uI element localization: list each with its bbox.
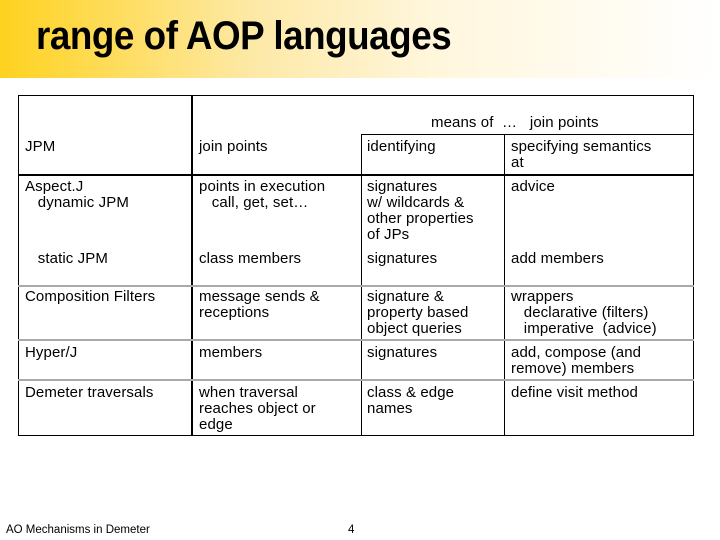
cell-semantics: wrappers declarative (filters) imperativ… bbox=[511, 288, 657, 337]
cell-jpm: Composition Filters bbox=[25, 288, 156, 305]
table-border-top bbox=[18, 95, 694, 96]
cell-identifying: signatures bbox=[367, 250, 438, 267]
cell-semantics: add members bbox=[511, 250, 604, 267]
cell-jpm: Demeter traversals bbox=[25, 384, 154, 401]
aop-languages-table: means of … join points JPM join points i… bbox=[0, 0, 720, 540]
header-specifying-semantics: specifying semantics at bbox=[511, 138, 652, 171]
cell-join-points: members bbox=[199, 344, 263, 361]
cell-identifying: signatures bbox=[367, 344, 438, 361]
header-divider bbox=[18, 174, 694, 176]
row-divider-3 bbox=[18, 379, 694, 381]
header-jpm: JPM bbox=[25, 138, 56, 155]
cell-semantics: define visit method bbox=[511, 384, 638, 401]
header-group-divider bbox=[361, 134, 694, 135]
cell-join-points: message sends & receptions bbox=[199, 288, 320, 321]
cell-jpm: static JPM bbox=[25, 250, 108, 267]
cell-join-points: when traversal reaches object or edge bbox=[199, 384, 316, 433]
cell-semantics: advice bbox=[511, 178, 555, 195]
cell-jpm: Hyper/J bbox=[25, 344, 78, 361]
footer-text: AO Mechanisms in Demeter bbox=[6, 524, 150, 536]
cell-identifying: signatures w/ wildcards & other properti… bbox=[367, 178, 474, 243]
cell-identifying: signature & property based object querie… bbox=[367, 288, 469, 337]
cell-join-points: points in execution call, get, set… bbox=[199, 178, 326, 211]
cell-identifying: class & edge names bbox=[367, 384, 455, 417]
column-divider-1 bbox=[191, 95, 193, 436]
cell-join-points: class members bbox=[199, 250, 302, 267]
cell-semantics: add, compose (and remove) members bbox=[511, 344, 642, 377]
row-divider-2 bbox=[18, 339, 694, 341]
row-divider-1 bbox=[18, 285, 694, 287]
header-group-label: means of … join points bbox=[431, 114, 599, 131]
table-border-bottom bbox=[18, 435, 694, 436]
cell-jpm: Aspect.J dynamic JPM bbox=[25, 178, 129, 211]
page-number: 4 bbox=[348, 524, 355, 536]
header-join-points: join points bbox=[199, 138, 268, 155]
header-identifying: identifying bbox=[367, 138, 436, 155]
table-border-right bbox=[693, 95, 694, 436]
table-border-left bbox=[18, 95, 19, 436]
